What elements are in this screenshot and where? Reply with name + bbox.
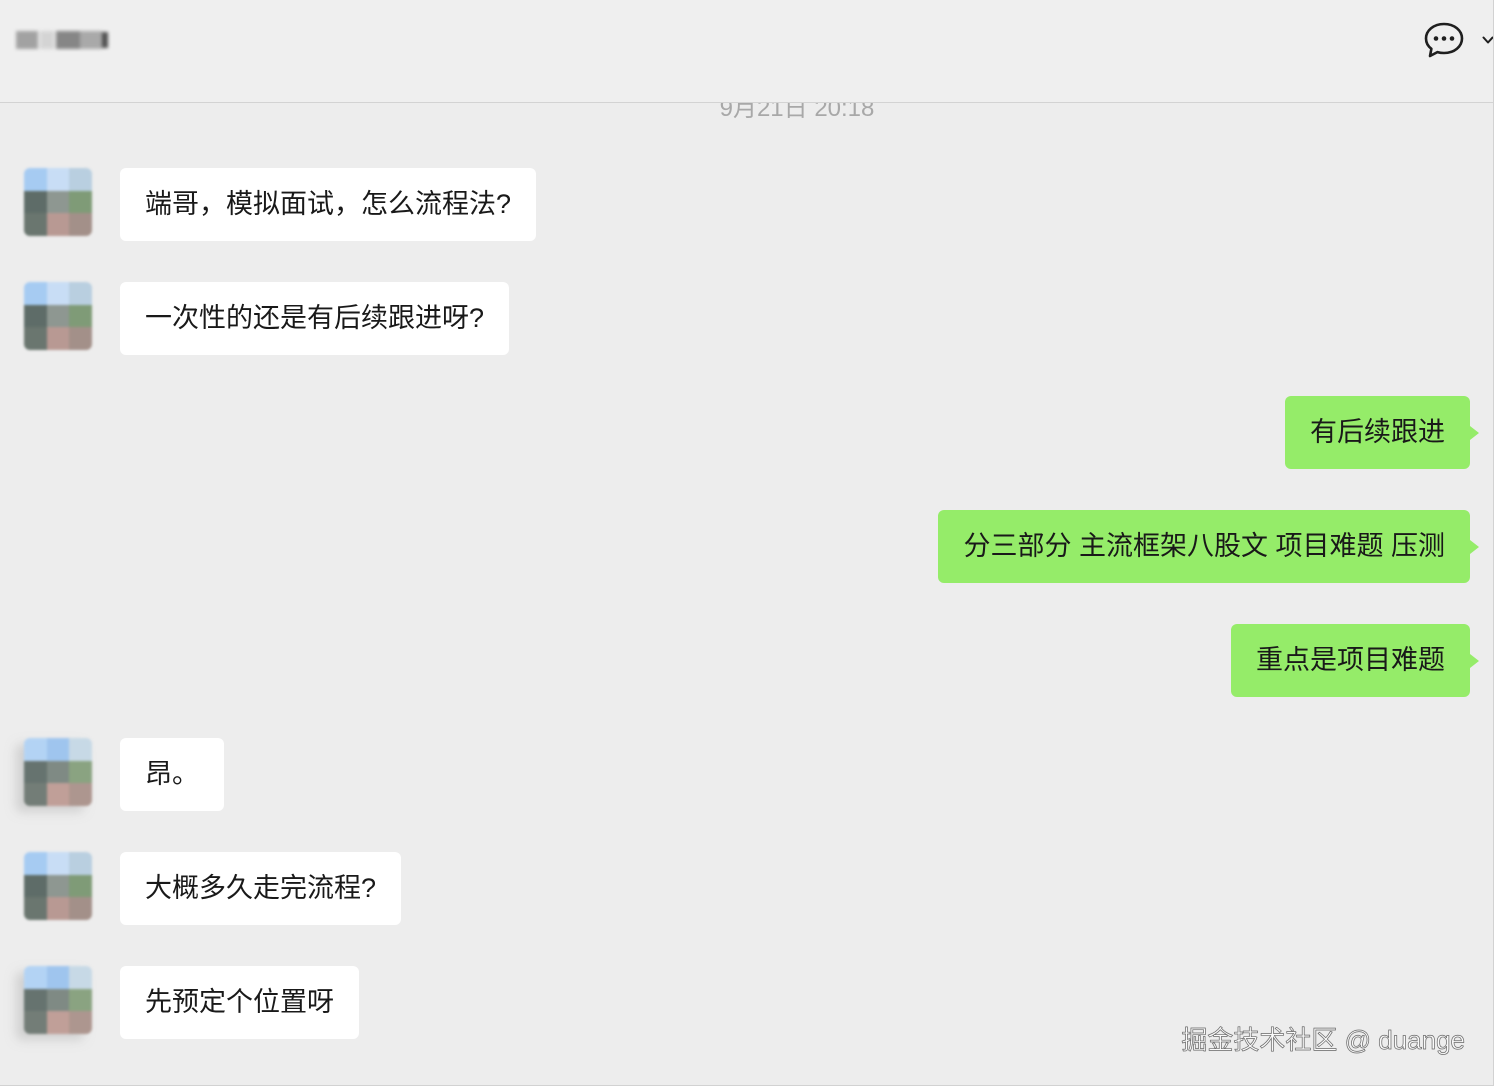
message-row: 重点是项目难题 <box>0 624 1493 697</box>
message-list: 端哥，模拟面试，怎么流程法? 一次性的还是有后续跟进呀? 有后续跟进 分三部分 … <box>0 103 1493 1085</box>
chevron-down-icon <box>1482 36 1493 44</box>
contact-avatar[interactable] <box>24 168 92 236</box>
message-row: 一次性的还是有后续跟进呀? <box>0 282 1493 355</box>
contact-avatar[interactable] <box>24 852 92 920</box>
outgoing-message-bubble[interactable]: 有后续跟进 <box>1285 396 1479 469</box>
watermark: 掘金技术社区 @ duange <box>1181 1025 1465 1056</box>
message-row: 有后续跟进 <box>0 396 1493 469</box>
more-options-button[interactable] <box>1423 21 1465 59</box>
message-row: 大概多久走完流程? <box>0 852 1493 925</box>
incoming-message-bubble[interactable]: 端哥，模拟面试，怎么流程法? <box>120 168 537 241</box>
incoming-message-bubble[interactable]: 昂。 <box>120 738 224 811</box>
incoming-message-bubble[interactable]: 先预定个位置呀 <box>120 966 359 1039</box>
outgoing-message-bubble[interactable]: 分三部分 主流框架八股文 项目难题 压测 <box>938 510 1479 583</box>
message-row: 分三部分 主流框架八股文 项目难题 压测 <box>0 510 1493 583</box>
incoming-message-bubble[interactable]: 大概多久走完流程? <box>120 852 402 925</box>
chat-header <box>0 0 1493 103</box>
chat-window: 9月21日 20:18 端哥，模拟面试，怎么流程法? 一次性的还是有后续跟进呀?… <box>0 0 1494 1086</box>
contact-name-obscured <box>14 26 110 54</box>
dropdown-button[interactable] <box>1482 34 1493 46</box>
contact-avatar[interactable] <box>24 282 92 350</box>
message-row: 端哥，模拟面试，怎么流程法? <box>0 168 1493 241</box>
chat-bubble-dots-icon <box>1424 22 1464 58</box>
contact-avatar[interactable] <box>24 966 92 1034</box>
outgoing-message-bubble[interactable]: 重点是项目难题 <box>1231 624 1479 697</box>
contact-avatar[interactable] <box>24 738 92 806</box>
message-row: 昂。 <box>0 738 1493 811</box>
incoming-message-bubble[interactable]: 一次性的还是有后续跟进呀? <box>120 282 510 355</box>
